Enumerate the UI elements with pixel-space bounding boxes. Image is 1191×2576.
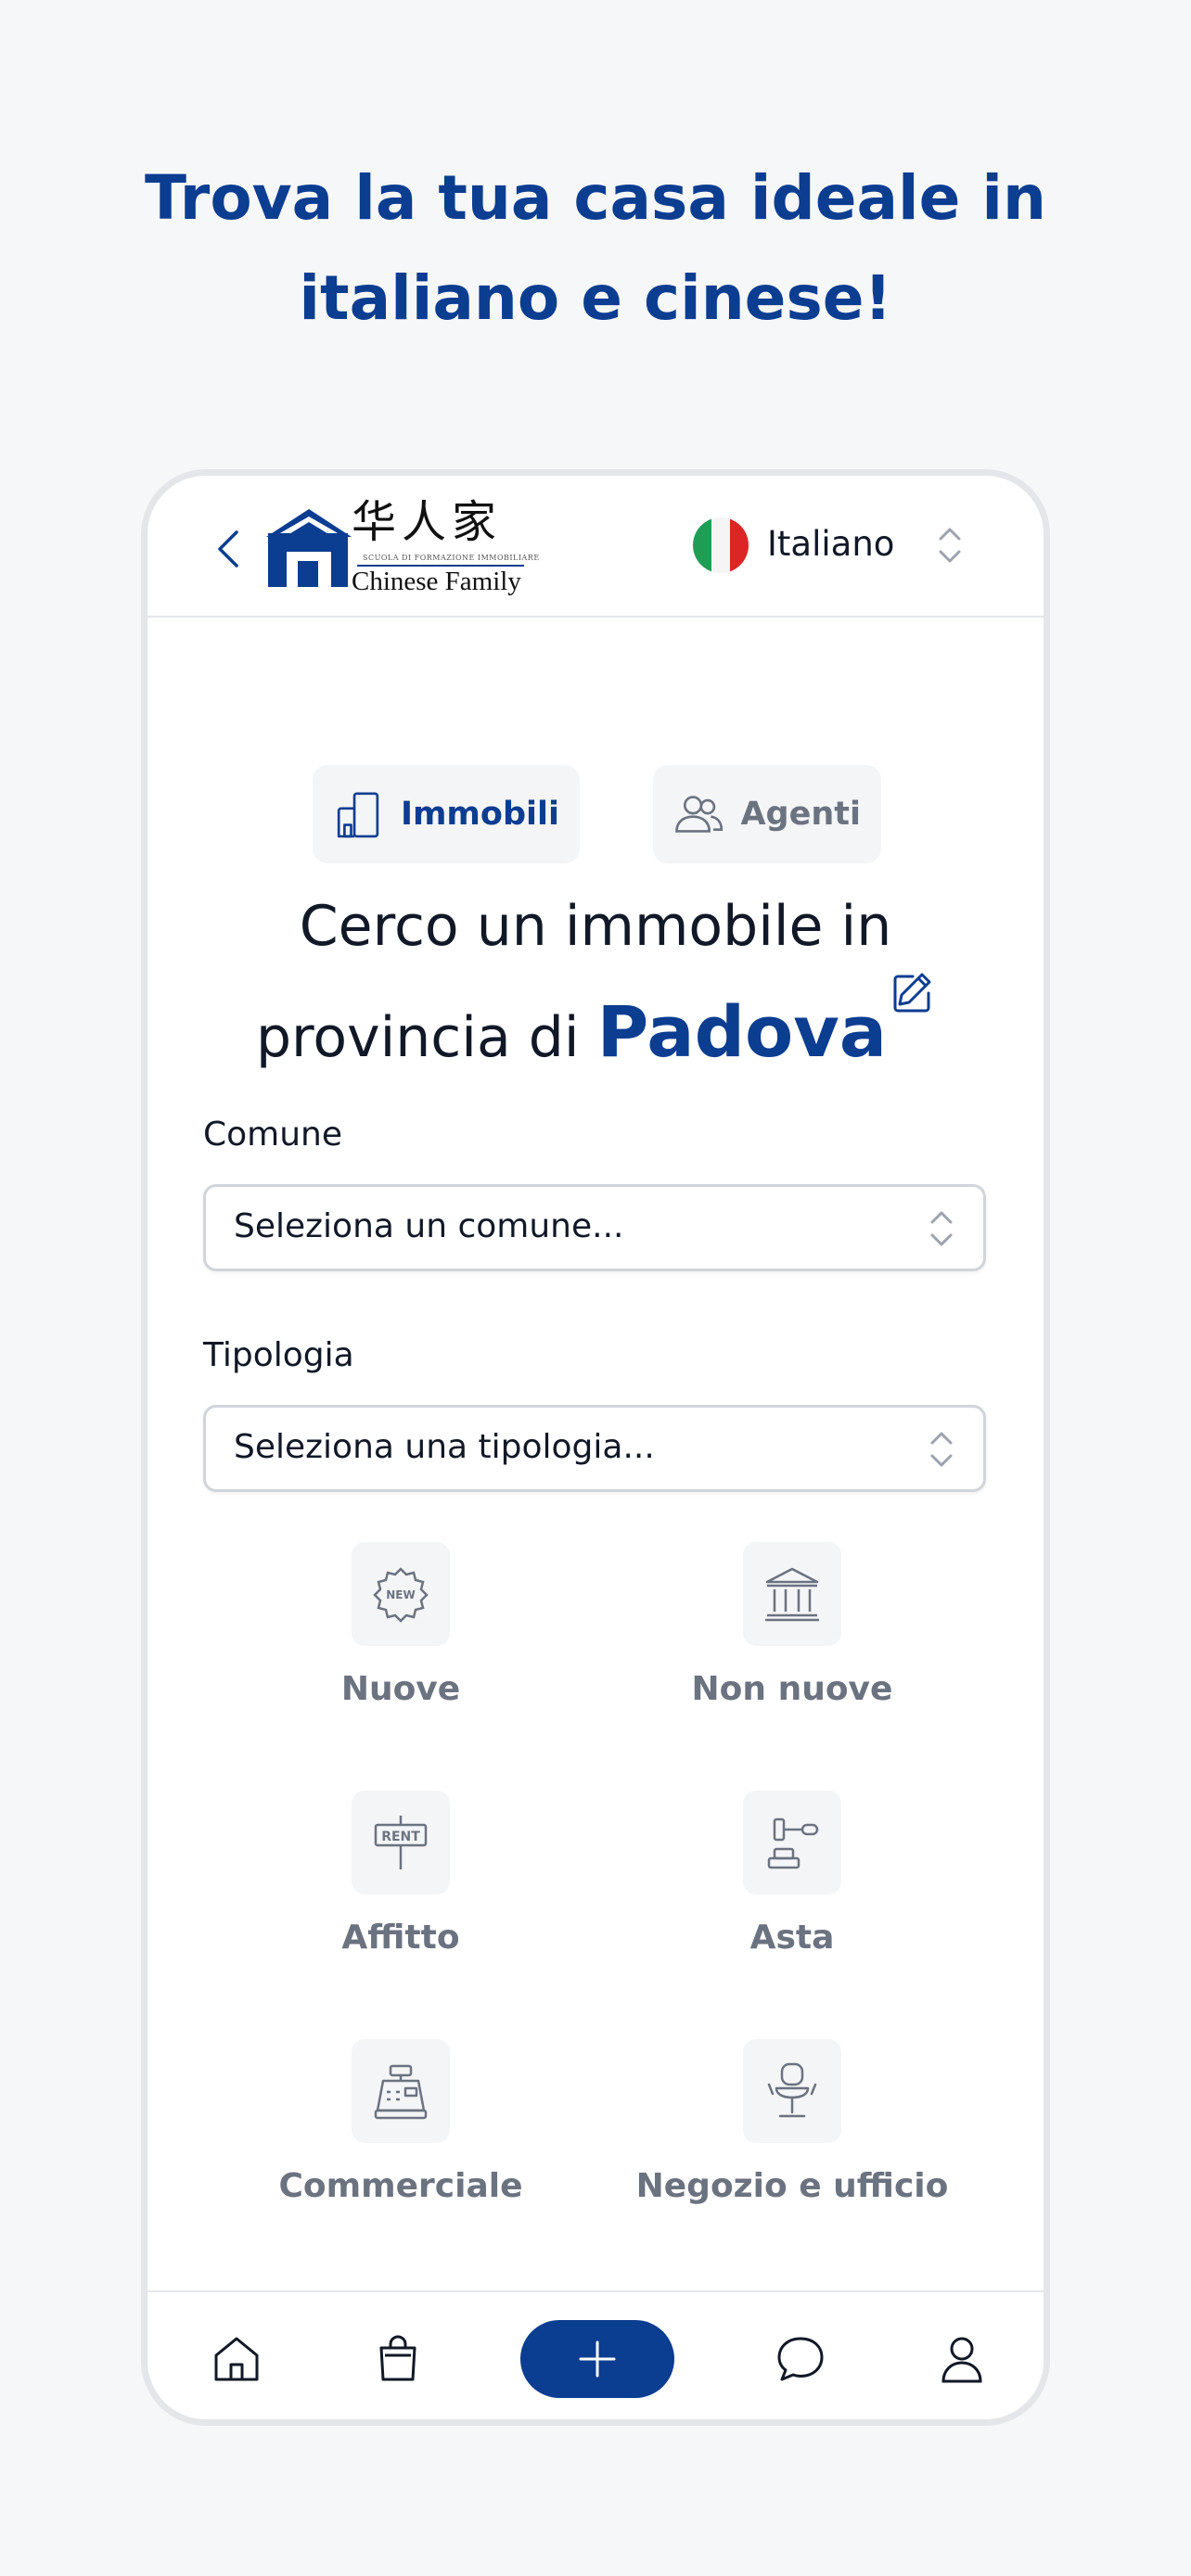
tipologia-placeholder: Seleziona una tipologia... [234, 1428, 655, 1466]
bottom-navigation [147, 2290, 1044, 2419]
headline: Trova la tua casa ideale in italiano e c… [0, 148, 1191, 349]
cash-register-icon [374, 2064, 428, 2120]
chevron-left-icon[interactable] [214, 527, 242, 571]
tab-agenti[interactable]: Agenti [653, 765, 881, 863]
chat-icon[interactable] [775, 2333, 826, 2385]
tipologia-label: Tipologia [203, 1336, 354, 1374]
search-title: Cerco un immobile in provincia di Padova [147, 884, 1044, 1080]
category-commerciale-label: Commerciale [278, 2167, 523, 2205]
new-badge-icon: NEW [373, 1567, 429, 1623]
classical-building-icon [765, 1567, 819, 1622]
category-nuove[interactable]: NEW Nuove [215, 1542, 586, 1708]
category-asta[interactable]: Asta [607, 1791, 978, 1957]
language-selector[interactable]: Italiano [693, 513, 971, 578]
house-logo-icon [266, 509, 352, 587]
home-icon[interactable] [211, 2333, 263, 2385]
category-affitto[interactable]: RENT Affitto [215, 1791, 586, 1957]
language-label: Italiano [767, 524, 895, 564]
search-title-line-1: Cerco un immobile in [299, 894, 892, 959]
gavel-icon [767, 1817, 819, 1869]
top-bar: 华人家 SCUOLA DI FORMAZIONE IMMOBILIARE Chi… [147, 476, 1044, 618]
headline-line-2: italiano e cinese! [299, 262, 892, 334]
search-title-line-2: provincia di [255, 1005, 580, 1070]
building-icon [337, 792, 379, 838]
comune-label: Comune [203, 1116, 343, 1154]
chevron-up-down-icon [930, 1211, 953, 1246]
search-type-tabs: Immobili Agenti [147, 765, 1044, 865]
logo-english-text: Chinese Family [352, 567, 521, 596]
tab-immobili[interactable]: Immobili [313, 765, 580, 863]
svg-text:RENT: RENT [381, 1830, 420, 1844]
logo-subtitle: SCUOLA DI FORMAZIONE IMMOBILIARE [363, 554, 540, 562]
category-negozio-ufficio-label: Negozio e ufficio [635, 2167, 949, 2205]
shopping-bag-icon[interactable] [372, 2333, 424, 2385]
category-non-nuove[interactable]: Non nuove [607, 1542, 978, 1708]
users-icon [675, 796, 724, 833]
category-commerciale[interactable]: Commerciale [215, 2039, 586, 2205]
headline-line-1: Trova la tua casa ideale in [145, 162, 1046, 234]
logo-chinese-text: 华人家 [352, 496, 503, 548]
italy-flag-icon [693, 517, 749, 573]
tipologia-select[interactable]: Seleziona una tipologia... [203, 1405, 986, 1492]
tab-agenti-label: Agenti [740, 796, 861, 833]
category-affitto-label: Affitto [341, 1919, 460, 1957]
svg-text:NEW: NEW [386, 1588, 415, 1601]
plus-icon [579, 2340, 616, 2378]
add-button[interactable] [520, 2320, 674, 2398]
edit-pencil-icon[interactable] [890, 969, 935, 1014]
comune-placeholder: Seleziona un comune... [234, 1207, 624, 1245]
tab-immobili-label: Immobili [400, 796, 559, 833]
category-asta-label: Asta [749, 1919, 835, 1957]
category-non-nuove-label: Non nuove [691, 1670, 893, 1708]
comune-select[interactable]: Seleziona un comune... [203, 1184, 986, 1271]
rent-sign-icon: RENT [374, 1816, 428, 1869]
user-icon[interactable] [936, 2333, 988, 2385]
province-name[interactable]: Padova [597, 990, 887, 1073]
logo[interactable]: 华人家 SCUOLA DI FORMAZIONE IMMOBILIARE Chi… [266, 496, 539, 598]
category-nuove-label: Nuove [340, 1670, 461, 1708]
phone-frame: 华人家 SCUOLA DI FORMAZIONE IMMOBILIARE Chi… [141, 469, 1050, 2426]
category-negozio-ufficio[interactable]: Negozio e ufficio [607, 2039, 978, 2205]
chevron-up-down-icon [939, 528, 961, 563]
chevron-up-down-icon [930, 1432, 953, 1467]
office-chair-icon [767, 2062, 817, 2118]
